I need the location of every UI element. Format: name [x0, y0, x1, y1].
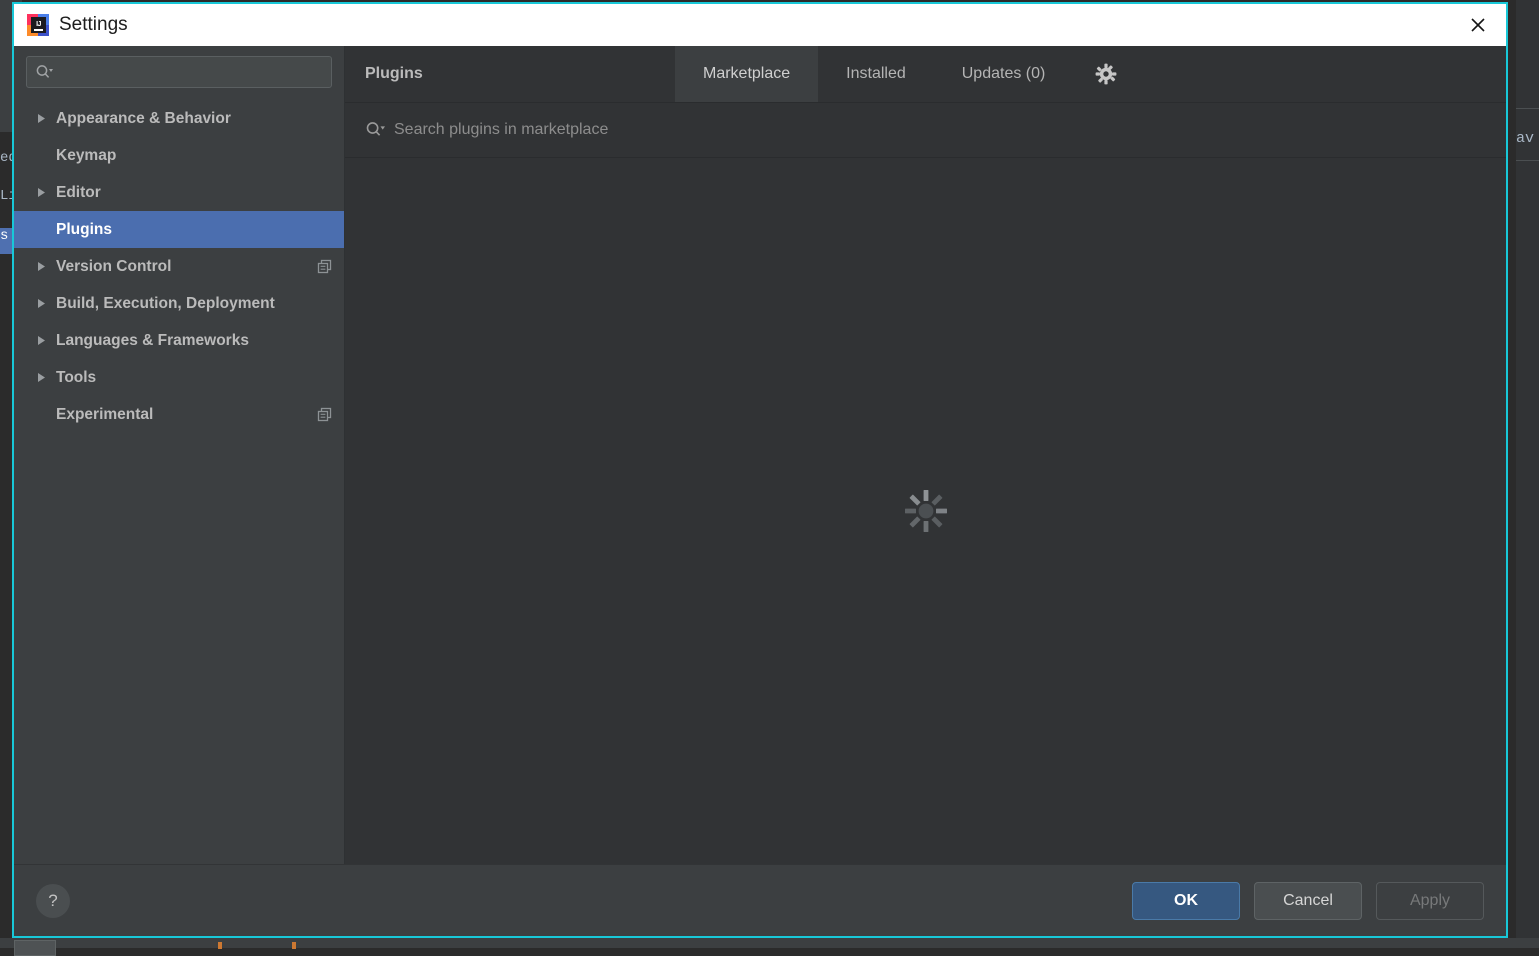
sidebar-item-version-control[interactable]: Version Control: [14, 248, 344, 285]
sidebar-item-label: Experimental: [56, 406, 153, 424]
backdrop-divider: [1516, 160, 1539, 161]
sidebar-item-label: Languages & Frameworks: [56, 332, 249, 350]
footer-actions: OK Cancel Apply: [1132, 882, 1484, 920]
chevron-right-icon[interactable]: [36, 298, 56, 309]
dialog-title-bar: IJ Settings: [14, 4, 1506, 46]
dialog-title: Settings: [59, 14, 128, 36]
settings-sidebar: Appearance & Behavior Keymap Editor: [14, 46, 345, 864]
sidebar-item-plugins[interactable]: Plugins: [14, 211, 344, 248]
backdrop-right-label: av: [1516, 130, 1539, 147]
sidebar-search-container: [14, 46, 344, 88]
apply-button: Apply: [1376, 882, 1484, 920]
chevron-right-icon[interactable]: [36, 335, 56, 346]
chevron-right-icon[interactable]: [36, 372, 56, 383]
chevron-right-icon[interactable]: [36, 187, 56, 198]
sidebar-item-label: Version Control: [56, 258, 171, 276]
sidebar-item-experimental[interactable]: Experimental: [14, 396, 344, 433]
sidebar-item-build-execution-deployment[interactable]: Build, Execution, Deployment: [14, 285, 344, 322]
copy-icon: [317, 407, 332, 422]
gear-icon[interactable]: [1073, 46, 1139, 102]
backdrop-status-bar: [0, 938, 1539, 948]
tab-installed[interactable]: Installed: [818, 46, 934, 102]
plugin-search-bar[interactable]: [345, 103, 1506, 158]
sidebar-item-label: Plugins: [56, 221, 112, 239]
search-icon: [365, 121, 385, 139]
close-icon[interactable]: [1450, 4, 1506, 46]
plugins-header: Plugins Marketplace Installed Updates (0…: [345, 46, 1506, 103]
sidebar-item-label: Build, Execution, Deployment: [56, 295, 275, 313]
sidebar-item-languages-frameworks[interactable]: Languages & Frameworks: [14, 322, 344, 359]
dialog-footer: ? OK Cancel Apply: [14, 864, 1506, 936]
sidebar-item-tools[interactable]: Tools: [14, 359, 344, 396]
sidebar-search-field[interactable]: [26, 56, 332, 88]
plugin-search-input[interactable]: [394, 121, 1506, 139]
backdrop-divider: [1516, 108, 1539, 109]
intellij-idea-logo-icon: IJ: [27, 14, 49, 36]
sidebar-item-label: Tools: [56, 369, 96, 387]
help-button[interactable]: ?: [36, 884, 70, 918]
copy-icon: [317, 259, 332, 274]
search-icon: [35, 64, 53, 80]
sidebar-item-label: Keymap: [56, 147, 116, 165]
sidebar-item-editor[interactable]: Editor: [14, 174, 344, 211]
chevron-right-icon[interactable]: [36, 261, 56, 272]
plugins-list-area: [345, 158, 1506, 864]
sidebar-item-label: Editor: [56, 184, 101, 202]
backdrop-status-icon: [14, 940, 56, 956]
page-title: Plugins: [345, 46, 675, 102]
sidebar-item-keymap[interactable]: Keymap: [14, 137, 344, 174]
search-input[interactable]: [59, 64, 323, 80]
chevron-right-icon[interactable]: [36, 113, 56, 124]
sidebar-item-label: Appearance & Behavior: [56, 110, 231, 128]
settings-dialog: IJ Settings: [12, 2, 1508, 938]
ok-button[interactable]: OK: [1132, 882, 1240, 920]
cancel-button[interactable]: Cancel: [1254, 882, 1362, 920]
tab-updates[interactable]: Updates (0): [934, 46, 1074, 102]
sidebar-item-appearance-behavior[interactable]: Appearance & Behavior: [14, 100, 344, 137]
plugins-panel: Plugins Marketplace Installed Updates (0…: [345, 46, 1506, 864]
loading-spinner-icon: [904, 489, 948, 533]
dialog-body: Appearance & Behavior Keymap Editor: [14, 46, 1506, 864]
tab-marketplace[interactable]: Marketplace: [675, 46, 818, 102]
settings-tree: Appearance & Behavior Keymap Editor: [14, 100, 344, 864]
